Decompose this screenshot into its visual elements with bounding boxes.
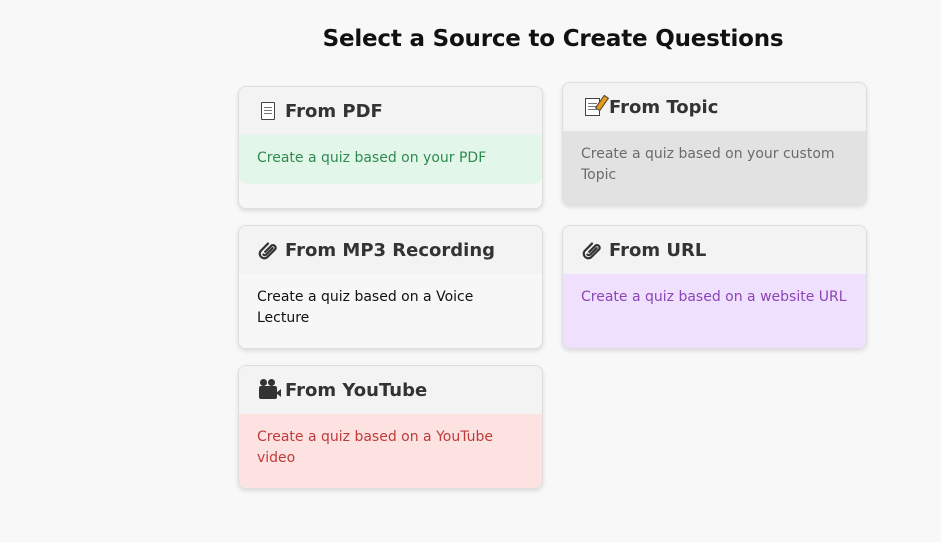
card-header: From YouTube [239, 366, 542, 414]
card-title: From YouTube [285, 379, 428, 401]
card-header: From Topic [563, 83, 866, 131]
memo-icon [581, 96, 603, 118]
card-description: Create a quiz based on your custom Topic [563, 131, 866, 204]
source-card-pdf[interactable]: From PDF Create a quiz based on your PDF [238, 86, 543, 209]
source-card-url[interactable]: From URL Create a quiz based on a websit… [562, 225, 867, 349]
document-icon [257, 100, 279, 122]
card-title: From URL [609, 239, 707, 261]
card-description: Create a quiz based on a website URL [563, 274, 866, 348]
card-description: Create a quiz based on a Voice Lecture [239, 274, 542, 348]
source-card-youtube[interactable]: From YouTube Create a quiz based on a Yo… [238, 365, 543, 489]
source-card-mp3[interactable]: From MP3 Recording Create a quiz based o… [238, 225, 543, 349]
card-description: Create a quiz based on a YouTube video [239, 414, 542, 488]
card-title: From Topic [609, 96, 719, 118]
card-description: Create a quiz based on your PDF [239, 135, 542, 184]
card-header: From PDF [239, 87, 542, 135]
card-title: From PDF [285, 100, 383, 122]
paperclip-icon [581, 239, 603, 261]
video-camera-icon [257, 378, 281, 401]
card-header: From URL [563, 226, 866, 274]
card-header: From MP3 Recording [239, 226, 542, 274]
card-title: From MP3 Recording [285, 239, 496, 261]
paperclip-icon [257, 239, 279, 261]
page-title: Select a Source to Create Questions [322, 26, 784, 52]
source-card-topic[interactable]: From Topic Create a quiz based on your c… [562, 82, 867, 205]
